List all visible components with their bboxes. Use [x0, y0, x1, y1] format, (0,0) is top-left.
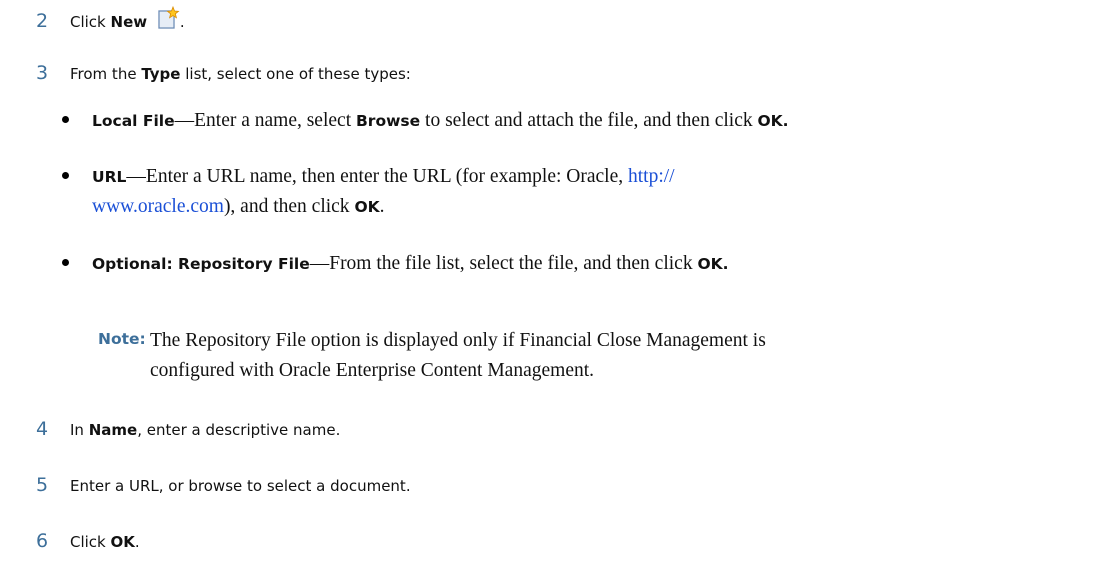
step-4: 4 In Name, enter a descriptive name. [36, 418, 340, 440]
oracle-link-continued[interactable]: www.oracle.com [92, 196, 224, 217]
bullet-text-part: —Enter a URL name, then enter the URL (f… [126, 166, 628, 187]
step-5: 5 Enter a URL, or browse to select a doc… [36, 474, 411, 496]
step-text-prefix: Click [70, 13, 111, 31]
step-text-prefix: In [70, 421, 89, 439]
bullet-text-part: to select and attach the file, and then … [420, 110, 758, 131]
step-number: 5 [36, 474, 49, 496]
step-text-suffix: list, select one of these types: [180, 65, 411, 83]
step-text: From the Type list, select one of these … [70, 65, 411, 83]
note-text-line: configured with Oracle Enterprise Conten… [150, 360, 595, 381]
oracle-link[interactable]: http:// [628, 166, 675, 187]
step-text-suffix: . [134, 533, 140, 551]
step-text-suffix: , enter a descriptive name. [137, 421, 341, 439]
step-number: 6 [36, 530, 49, 552]
step-number: 4 [36, 418, 49, 440]
bullet-text: Local File—Enter a name, select Browse t… [92, 106, 1102, 136]
bullet-text-part: ), and then click [223, 196, 355, 217]
step-text-prefix: Click [70, 533, 111, 551]
type-field-label: Type [141, 65, 181, 83]
step-number: 3 [36, 62, 49, 84]
step-number: 2 [36, 10, 49, 32]
note-label: Note: [98, 330, 146, 348]
bullet-text-part: —From the file list, select the file, an… [309, 253, 698, 274]
step-6: 6 Click OK. [36, 530, 140, 552]
new-button-label: New [110, 13, 148, 31]
bullet-text: Optional: Repository File—From the file … [92, 249, 1102, 279]
ok-label: OK. [757, 112, 789, 130]
note-text: The Repository File option is displayed … [150, 326, 1108, 386]
name-field-label: Name [88, 421, 138, 439]
ok-button-label: OK [110, 533, 135, 551]
step-3: 3 From the Type list, select one of thes… [36, 62, 411, 84]
bullet-text: URL—Enter a URL name, then enter the URL… [92, 162, 1102, 222]
bullet-dot [62, 259, 69, 266]
step-text: In Name, enter a descriptive name. [70, 421, 340, 439]
new-document-icon[interactable] [156, 5, 180, 30]
bullet-label: URL [92, 168, 127, 186]
step-text: Enter a URL, or browse to select a docum… [70, 477, 411, 495]
ok-label: OK. [697, 255, 729, 273]
bullet-text-part: . [379, 196, 385, 217]
bullet-label: Local File [92, 112, 175, 130]
browse-label: Browse [355, 112, 421, 130]
step-text: Click OK. [70, 533, 140, 551]
note-text-line: The Repository File option is displayed … [150, 330, 766, 351]
step-text-prefix: From the [70, 65, 142, 83]
bullet-label: Optional: Repository File [92, 255, 310, 273]
bullet-dot [62, 172, 69, 179]
ok-label: OK [354, 198, 380, 216]
bullet-dot [62, 116, 69, 123]
step-2: 2 Click New . [36, 5, 185, 32]
bullet-text-part: —Enter a name, select [174, 110, 356, 131]
step-text: Click New . [70, 5, 185, 31]
step-text-suffix: . [179, 13, 185, 31]
